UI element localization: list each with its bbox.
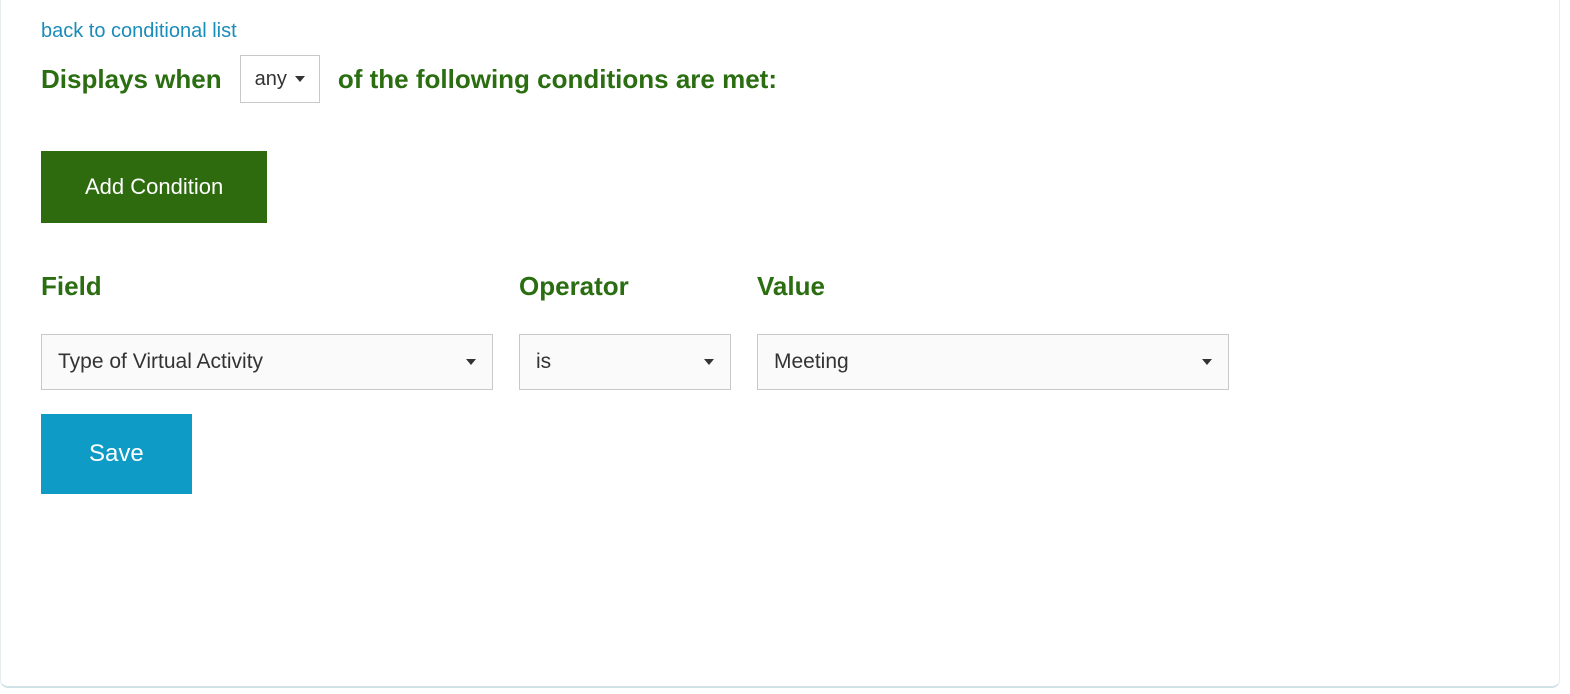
value-select-value: Meeting — [774, 350, 849, 374]
field-select[interactable]: Type of Virtual Activity — [41, 334, 493, 390]
field-select-value: Type of Virtual Activity — [58, 350, 263, 374]
columns-header: Field Operator Value — [41, 271, 1519, 302]
chevron-down-icon — [466, 359, 476, 365]
value-select[interactable]: Meeting — [757, 334, 1229, 390]
value-header: Value — [757, 271, 1229, 302]
chevron-down-icon — [295, 76, 305, 82]
chevron-down-icon — [704, 359, 714, 365]
condition-row: Type of Virtual Activity is Meeting — [41, 334, 1519, 390]
conditional-editor-panel: back to conditional list Displays when a… — [0, 0, 1560, 688]
sentence-suffix: of the following conditions are met: — [338, 64, 777, 95]
match-mode-select[interactable]: any — [240, 55, 320, 103]
chevron-down-icon — [1202, 359, 1212, 365]
save-button[interactable]: Save — [41, 414, 192, 494]
back-link[interactable]: back to conditional list — [41, 20, 237, 43]
field-header: Field — [41, 271, 493, 302]
operator-header: Operator — [519, 271, 731, 302]
condition-sentence: Displays when any of the following condi… — [41, 55, 1519, 103]
operator-select-value: is — [536, 350, 551, 374]
match-mode-value: any — [255, 68, 287, 91]
sentence-prefix: Displays when — [41, 64, 222, 95]
add-condition-button[interactable]: Add Condition — [41, 151, 267, 223]
operator-select[interactable]: is — [519, 334, 731, 390]
